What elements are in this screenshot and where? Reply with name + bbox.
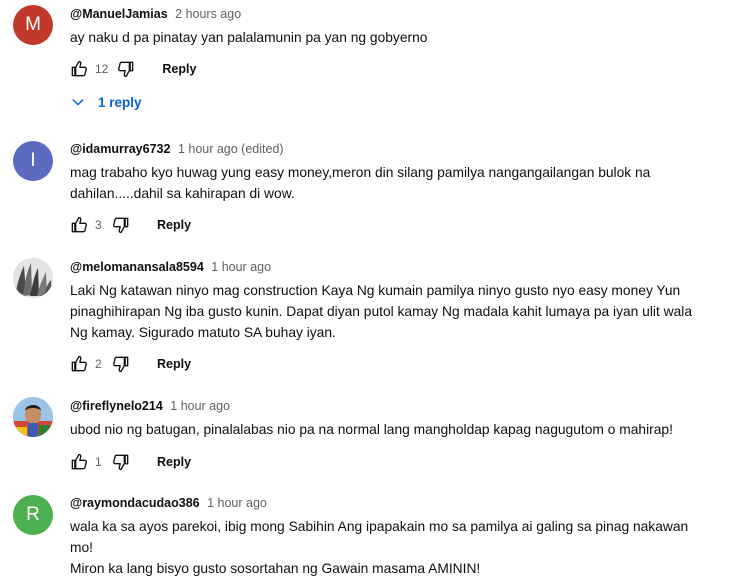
avatar[interactable]: I: [13, 141, 53, 181]
comment-line: dahilan.....dahil sa kahirapan di wow.: [70, 186, 295, 201]
comment-text: ay naku d pa pinatay yan palalamunin pa …: [70, 27, 730, 48]
reply-button[interactable]: Reply: [162, 62, 196, 76]
thumb-down-icon[interactable]: [109, 352, 133, 376]
thumb-down-icon[interactable]: [114, 57, 138, 81]
thumb-up-icon[interactable]: [67, 57, 91, 81]
comment-text: mag trabaho kyo huwag yung easy money,me…: [70, 162, 730, 204]
comment-actions: 2 Reply: [67, 352, 191, 376]
replies-count-label: 1 reply: [98, 94, 142, 110]
comment-line: mo!: [70, 540, 93, 555]
comment-time[interactable]: 1 hour ago: [211, 260, 271, 274]
comment-actions: 1 Reply: [67, 450, 191, 474]
comment-line: Miron ka lang bisyo gusto sosortahan ng …: [70, 561, 481, 576]
comment-time[interactable]: 1 hour ago (edited): [178, 142, 284, 156]
comment-header: @idamurray6732 1 hour ago (edited): [70, 142, 284, 156]
chevron-down-icon: [70, 94, 86, 110]
like-count: 3: [95, 218, 102, 232]
comment-author[interactable]: @fireflynelo214: [70, 399, 163, 413]
like-count: 12: [95, 62, 109, 76]
comment-text: wala ka sa ayos parekoi, ibig mong Sabih…: [70, 516, 730, 579]
comment-time[interactable]: 2 hours ago: [175, 7, 241, 21]
comment-line: ay naku d pa pinatay yan palalamunin pa …: [70, 30, 428, 45]
reply-button[interactable]: Reply: [157, 357, 191, 371]
reply-button[interactable]: Reply: [157, 218, 191, 232]
comment-author[interactable]: @idamurray6732: [70, 142, 170, 156]
avatar-letter: M: [25, 14, 41, 35]
view-replies-button[interactable]: 1 reply: [70, 94, 142, 110]
comment-line: ubod nio ng batugan, pinalalabas nio pa …: [70, 422, 673, 437]
comment-line: pinaghihirapan Ng iba gusto kunin. Dapat…: [70, 304, 692, 319]
comment-line: wala ka sa ayos parekoi, ibig mong Sabih…: [70, 519, 689, 534]
avatar-letter: I: [30, 150, 36, 171]
avatar[interactable]: [13, 397, 53, 437]
comment-header: @ManuelJamias 2 hours ago: [70, 7, 241, 21]
comment-author[interactable]: @melomanansala8594: [70, 260, 204, 274]
avatar[interactable]: M: [13, 5, 53, 45]
comment-line: mag trabaho kyo huwag yung easy money,me…: [70, 165, 651, 180]
comment-time[interactable]: 1 hour ago: [170, 399, 230, 413]
thumb-down-icon[interactable]: [109, 213, 133, 237]
comment-author[interactable]: @ManuelJamias: [70, 7, 168, 21]
avatar-photo: [13, 258, 53, 298]
thumb-up-icon[interactable]: [67, 450, 91, 474]
comment-actions: 3 Reply: [67, 213, 191, 237]
comment-header: @raymondacudao386 1 hour ago: [70, 496, 267, 510]
comment-line: Ng kamay. Sigurado matuto SA buhay iyan.: [70, 325, 336, 340]
comment-header: @fireflynelo214 1 hour ago: [70, 399, 230, 413]
like-count: 2: [95, 357, 102, 371]
comment-header: @melomanansala8594 1 hour ago: [70, 260, 271, 274]
avatar-photo: [13, 397, 53, 437]
thumb-up-icon[interactable]: [67, 352, 91, 376]
avatar[interactable]: [13, 258, 53, 298]
comment-author[interactable]: @raymondacudao386: [70, 496, 200, 510]
avatar[interactable]: R: [13, 495, 53, 535]
comment-text: ubod nio ng batugan, pinalalabas nio pa …: [70, 419, 730, 440]
like-count: 1: [95, 455, 102, 469]
reply-button[interactable]: Reply: [157, 455, 191, 469]
thumb-down-icon[interactable]: [109, 450, 133, 474]
comment-text: Laki Ng katawan ninyo mag construction K…: [70, 280, 730, 343]
comment-line: Laki Ng katawan ninyo mag construction K…: [70, 283, 681, 298]
thumb-up-icon[interactable]: [67, 213, 91, 237]
comment-actions: 12 Reply: [67, 57, 196, 81]
comment-time[interactable]: 1 hour ago: [207, 496, 267, 510]
avatar-letter: R: [26, 504, 40, 525]
